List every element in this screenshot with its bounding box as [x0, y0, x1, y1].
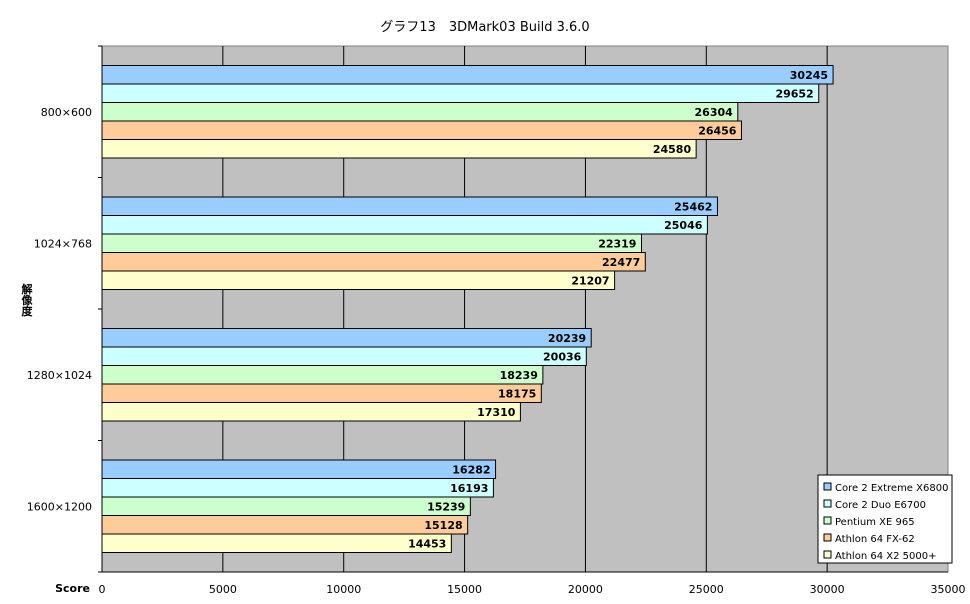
bar [101, 120, 742, 140]
legend: Core 2 Extreme X6800 Core 2 Duo E6700 Pent… [817, 474, 953, 564]
bar [101, 102, 739, 122]
bar [101, 65, 834, 85]
x-tick-label: 35000 [931, 583, 966, 596]
bar [101, 478, 494, 498]
x-tick-label: 20000 [568, 583, 603, 596]
bar [101, 459, 497, 479]
y-category-label: 800×600 [41, 106, 92, 119]
bar-value-label: 30245 [790, 69, 828, 82]
bar-value-label: 15128 [424, 519, 462, 532]
legend-entry: Athlon 64 X2 5000+ [835, 551, 936, 562]
bar-value-label: 17310 [477, 406, 516, 419]
bar-value-label: 21207 [571, 274, 609, 287]
x-tick-label: 15000 [447, 583, 482, 596]
legend-swatch [823, 482, 832, 491]
bar-value-label: 29652 [775, 87, 813, 100]
bar [101, 365, 544, 385]
legend-swatch [823, 499, 832, 508]
bar [101, 215, 708, 235]
x-tick-label: 30000 [810, 583, 845, 596]
bar-value-label: 14453 [408, 537, 446, 550]
bar-value-label: 16282 [452, 463, 490, 476]
x-tick-label: 25000 [689, 583, 724, 596]
bar [101, 83, 820, 103]
legend-entry: Core 2 Duo E6700 [835, 500, 926, 511]
bar-value-label: 18175 [498, 387, 536, 400]
y-category-label: 1600×1200 [27, 500, 92, 513]
bar [101, 383, 542, 403]
bar [101, 402, 521, 422]
plot-area: 0 5000 10000 15000 20000 25000 30000 35000 800×6… [27, 45, 966, 596]
bar [101, 346, 587, 366]
legend-entry: Pentium XE 965 [835, 517, 915, 528]
bar [101, 252, 646, 272]
bar-value-label: 20036 [543, 350, 582, 363]
x-tick-label: 10000 [326, 583, 361, 596]
y-category-label: 1280×1024 [27, 369, 92, 382]
legend-swatch [823, 533, 832, 542]
legend-swatch [823, 550, 832, 559]
bar-value-label: 16193 [450, 482, 488, 495]
bar [101, 196, 718, 216]
y-category-label: 1024×768 [34, 237, 92, 250]
bar-value-label: 15239 [427, 500, 465, 513]
chart: グラフ13 3DMark03 Build 3.6.0 解像度 Score 0 50… [0, 0, 970, 604]
legend-swatch [823, 516, 832, 525]
bar [101, 233, 642, 253]
bar-value-label: 25462 [674, 200, 712, 213]
bar-value-label: 26456 [698, 124, 737, 137]
bar [101, 496, 471, 516]
bar [101, 328, 592, 348]
legend-entry: Athlon 64 FX-62 [835, 534, 915, 545]
bar-value-label: 20239 [548, 332, 586, 345]
bar-value-label: 22319 [598, 237, 636, 250]
bar-value-label: 26304 [695, 106, 734, 119]
bar-value-label: 22477 [602, 256, 640, 269]
bar [101, 515, 469, 535]
legend-entry: Core 2 Extreme X6800 [835, 483, 948, 494]
bar-value-label: 18239 [500, 369, 538, 382]
bar [101, 533, 452, 553]
bar [101, 270, 616, 290]
x-tick-label: 0 [99, 583, 106, 596]
x-tick-label: 5000 [209, 583, 237, 596]
bar-value-label: 24580 [653, 143, 692, 156]
bar-value-label: 25046 [664, 219, 703, 232]
bar [101, 139, 697, 159]
